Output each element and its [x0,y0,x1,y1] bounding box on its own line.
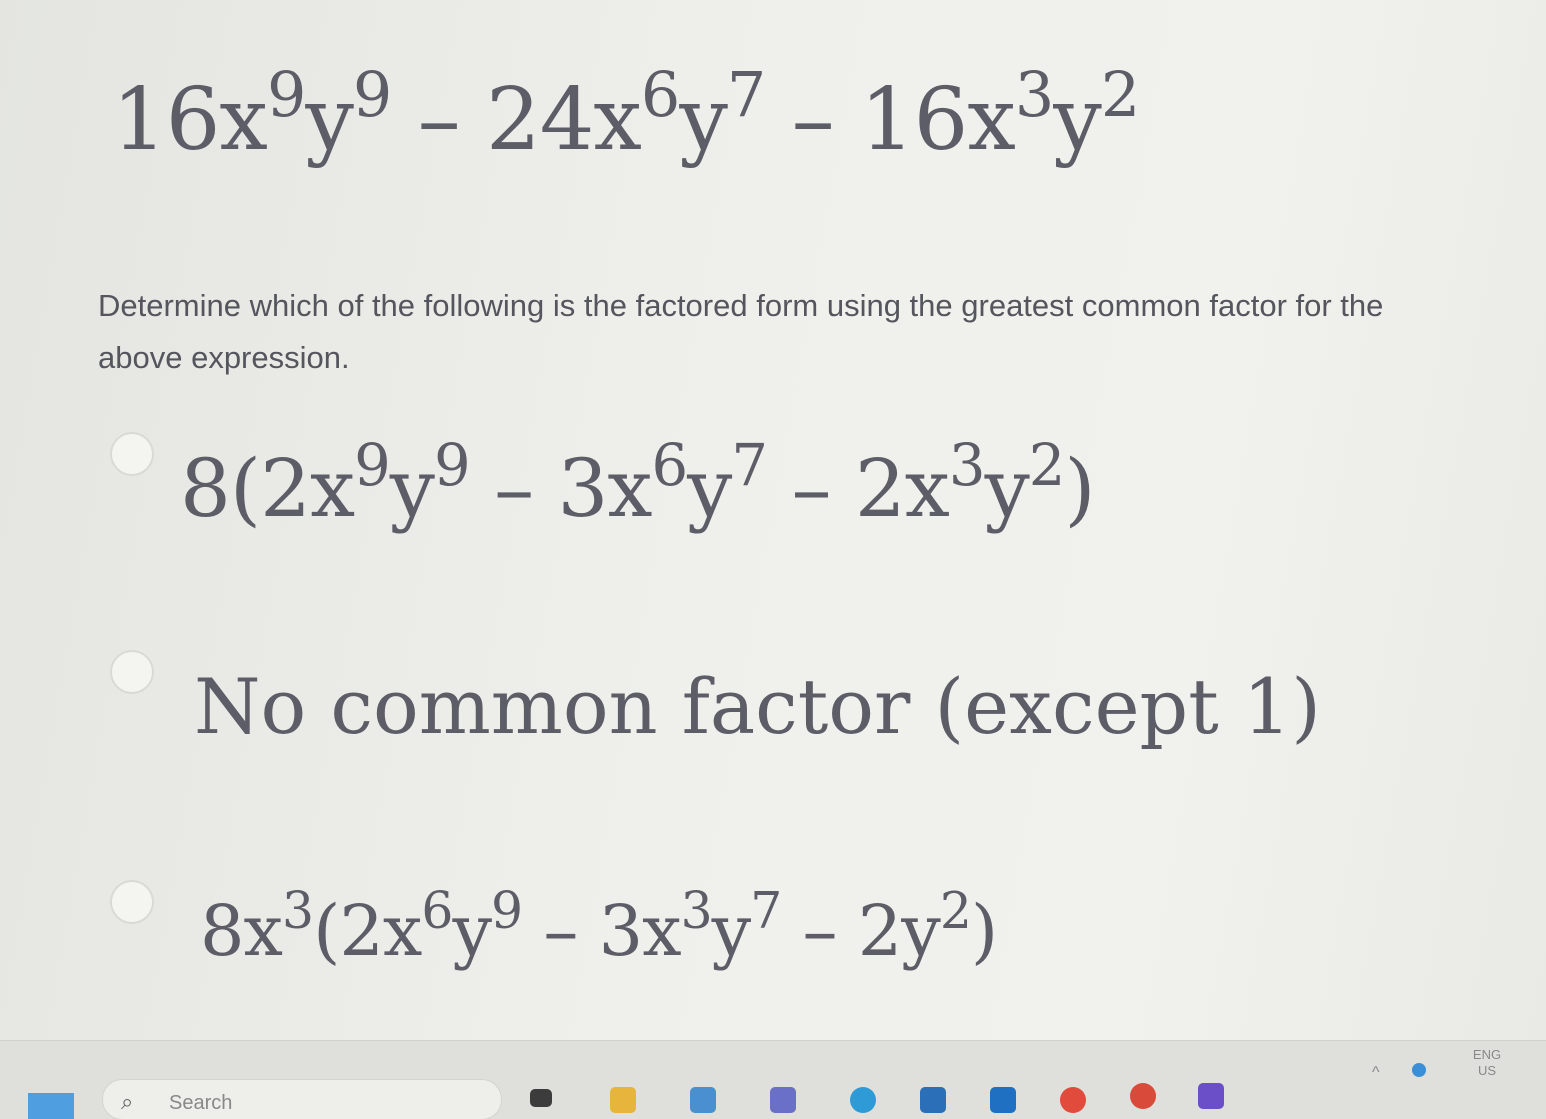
math-term: y [679,70,728,170]
math-term: – 2y [781,890,941,972]
math-term: ) [970,890,998,972]
exponent: 6 [421,881,453,941]
search-icon: ⌕ [121,1090,134,1115]
chrome-alt-icon[interactable] [1130,1083,1156,1109]
exponent: 7 [750,881,782,941]
exponent: 9 [433,432,471,500]
math-term: y [305,70,354,170]
exponent: 9 [266,59,306,132]
exponent: 9 [354,432,391,500]
network-icon[interactable] [1412,1063,1426,1077]
teams-icon[interactable] [770,1087,796,1113]
radio-button-a[interactable] [110,432,154,476]
chrome-icon[interactable] [1060,1087,1086,1113]
math-term: y [687,442,732,535]
math-term: – 24x [391,70,642,170]
exponent: 6 [651,432,689,500]
answer-text-c: 8x3(2x6y9 – 3x3y7 – 2y2) [200,885,998,972]
exponent: 3 [948,432,986,500]
photos-icon[interactable] [690,1087,716,1113]
math-term: y [984,442,1030,535]
math-term: y [711,890,752,972]
radio-button-b[interactable] [110,650,154,694]
answer-text-a: 8(2x9y9 – 3x6y7 – 2x3y2) [180,437,1096,535]
taskbar: ⌕ Search ^ ENG US [0,1040,1546,1119]
exponent: 2 [1100,59,1140,132]
app-icon[interactable] [1198,1083,1224,1109]
exponent: 2 [939,881,972,941]
folder-icon[interactable] [610,1087,636,1113]
taskbar-search[interactable]: ⌕ Search [102,1079,502,1119]
math-term: (2x [313,890,422,972]
exponent: 9 [491,881,523,941]
file-explorer-icon[interactable] [530,1089,552,1107]
math-term: y [452,890,492,972]
exponent: 7 [731,432,768,500]
math-term: – 3x [469,442,652,535]
answer-text-b: No common factor (except 1) [194,662,1321,751]
question-expression: 16x9y9 – 24x6y7 – 16x3y2 [112,64,1140,170]
math-term: 8x [200,890,283,972]
search-placeholder: Search [169,1092,233,1114]
store-icon[interactable] [920,1087,946,1113]
radio-button-c[interactable] [110,880,154,924]
exponent: 2 [1028,432,1066,500]
math-term: – 3x [522,890,681,972]
exponent: 3 [1014,59,1054,132]
edge-icon[interactable] [850,1087,876,1113]
chevron-up-icon[interactable]: ^ [1372,1065,1380,1081]
exponent: 6 [640,59,680,132]
math-term: – 2x [767,442,949,535]
question-prompt: Determine which of the following is the … [98,288,1384,375]
math-term: 16x [112,70,268,170]
math-term: – 16x [765,70,1016,170]
exponent: 3 [680,881,713,941]
exponent: 9 [352,59,392,132]
exponent: 3 [282,881,314,941]
outlook-icon[interactable] [990,1087,1016,1113]
math-term: No common factor (except 1) [194,662,1321,751]
language-indicator[interactable]: ENG US [1462,1047,1512,1079]
start-icon[interactable] [28,1093,74,1119]
quiz-page: 16x9y9 – 24x6y7 – 16x3y2 Determine which… [0,0,1546,1040]
math-term: 8(2x [180,442,355,535]
math-term: y [389,442,435,535]
exponent: 7 [726,59,766,132]
math-term: y [1053,70,1102,170]
math-term: ) [1064,442,1095,535]
